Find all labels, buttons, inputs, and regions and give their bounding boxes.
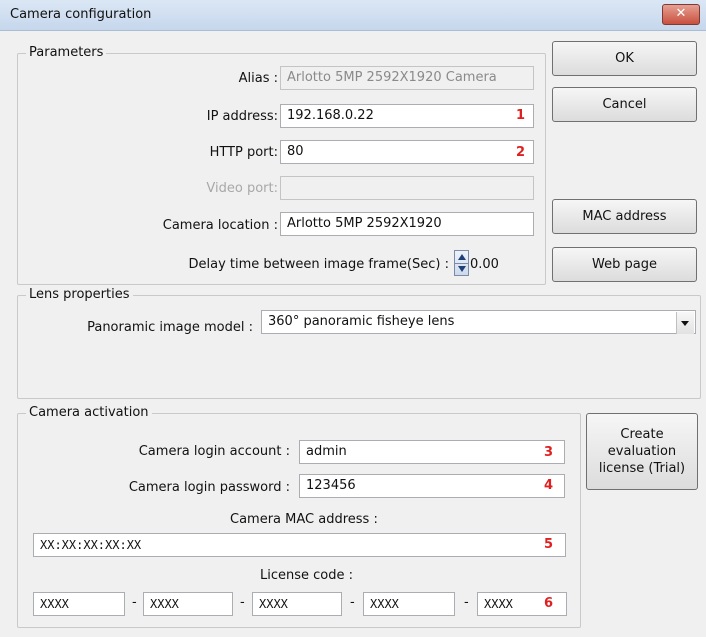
camera-mac-field[interactable]: XX:XX:XX:XX:XX: [33, 533, 566, 557]
close-button[interactable]: ✕: [662, 4, 700, 25]
panoramic-model-value: 360° panoramic fisheye lens: [268, 314, 455, 329]
panoramic-model-label: Panoramic image model :: [87, 320, 253, 335]
window-title: Camera configuration: [10, 7, 152, 22]
camera-configuration-dialog: Camera configuration ✕ Parameters Alias …: [0, 0, 706, 637]
spin-down-icon[interactable]: [458, 266, 466, 272]
panoramic-model-select[interactable]: 360° panoramic fisheye lens: [261, 310, 696, 334]
mac-address-button[interactable]: MAC address: [552, 199, 697, 234]
login-password-field[interactable]: 123456: [299, 474, 565, 498]
delay-time-label: Delay time between image frame(Sec) :: [188, 257, 450, 272]
alias-label: Alias :: [238, 71, 278, 86]
camera-mac-marker: 5: [544, 537, 554, 552]
license-separator: -: [350, 595, 355, 610]
http-port-label: HTTP port:: [209, 145, 278, 160]
license-code-marker: 6: [544, 596, 554, 611]
license-code-label: License code :: [260, 568, 354, 583]
login-account-field[interactable]: admin: [299, 440, 565, 464]
parameters-legend: Parameters: [26, 45, 107, 60]
delay-spinner[interactable]: [454, 250, 469, 276]
alias-field: Arlotto 5MP 2592X1920 Camera: [280, 66, 534, 90]
lens-properties-legend: Lens properties: [26, 287, 133, 302]
license-code-part-4[interactable]: XXXX: [363, 592, 455, 616]
camera-location-field[interactable]: Arlotto 5MP 2592X1920: [280, 212, 534, 236]
spin-up-icon[interactable]: [458, 254, 466, 260]
license-code-part-5[interactable]: XXXX: [477, 592, 567, 616]
web-page-button[interactable]: Web page: [552, 247, 697, 282]
login-account-marker: 3: [544, 445, 554, 460]
cancel-button[interactable]: Cancel: [552, 87, 697, 122]
license-separator: -: [464, 595, 469, 610]
video-port-field: [280, 176, 534, 200]
ip-address-field[interactable]: 192.168.0.22: [280, 104, 534, 128]
login-account-label: Camera login account :: [138, 444, 290, 459]
camera-activation-legend: Camera activation: [26, 405, 152, 420]
license-code-part-3[interactable]: XXXX: [252, 592, 342, 616]
http-port-field[interactable]: 80: [280, 140, 534, 164]
delay-time-value: 0.00: [470, 257, 499, 272]
video-port-label: Video port:: [206, 181, 278, 196]
create-evaluation-license-label: Create evaluation license (Trial): [598, 427, 686, 476]
camera-location-label: Camera location :: [162, 218, 278, 233]
camera-mac-label: Camera MAC address :: [230, 512, 378, 527]
login-password-label: Camera login password :: [128, 480, 290, 495]
ip-address-label: IP address:: [206, 109, 278, 124]
http-port-marker: 2: [516, 145, 526, 160]
title-bar: Camera configuration ✕: [0, 0, 706, 31]
login-password-marker: 4: [544, 478, 554, 493]
chevron-down-icon[interactable]: [676, 312, 694, 334]
license-code-part-2[interactable]: XXXX: [143, 592, 233, 616]
create-evaluation-license-button[interactable]: Create evaluation license (Trial): [586, 413, 698, 490]
license-separator: -: [132, 595, 137, 610]
license-separator: -: [240, 595, 245, 610]
ip-address-marker: 1: [516, 108, 526, 123]
ok-button[interactable]: OK: [552, 41, 697, 76]
license-code-part-1[interactable]: XXXX: [33, 592, 125, 616]
